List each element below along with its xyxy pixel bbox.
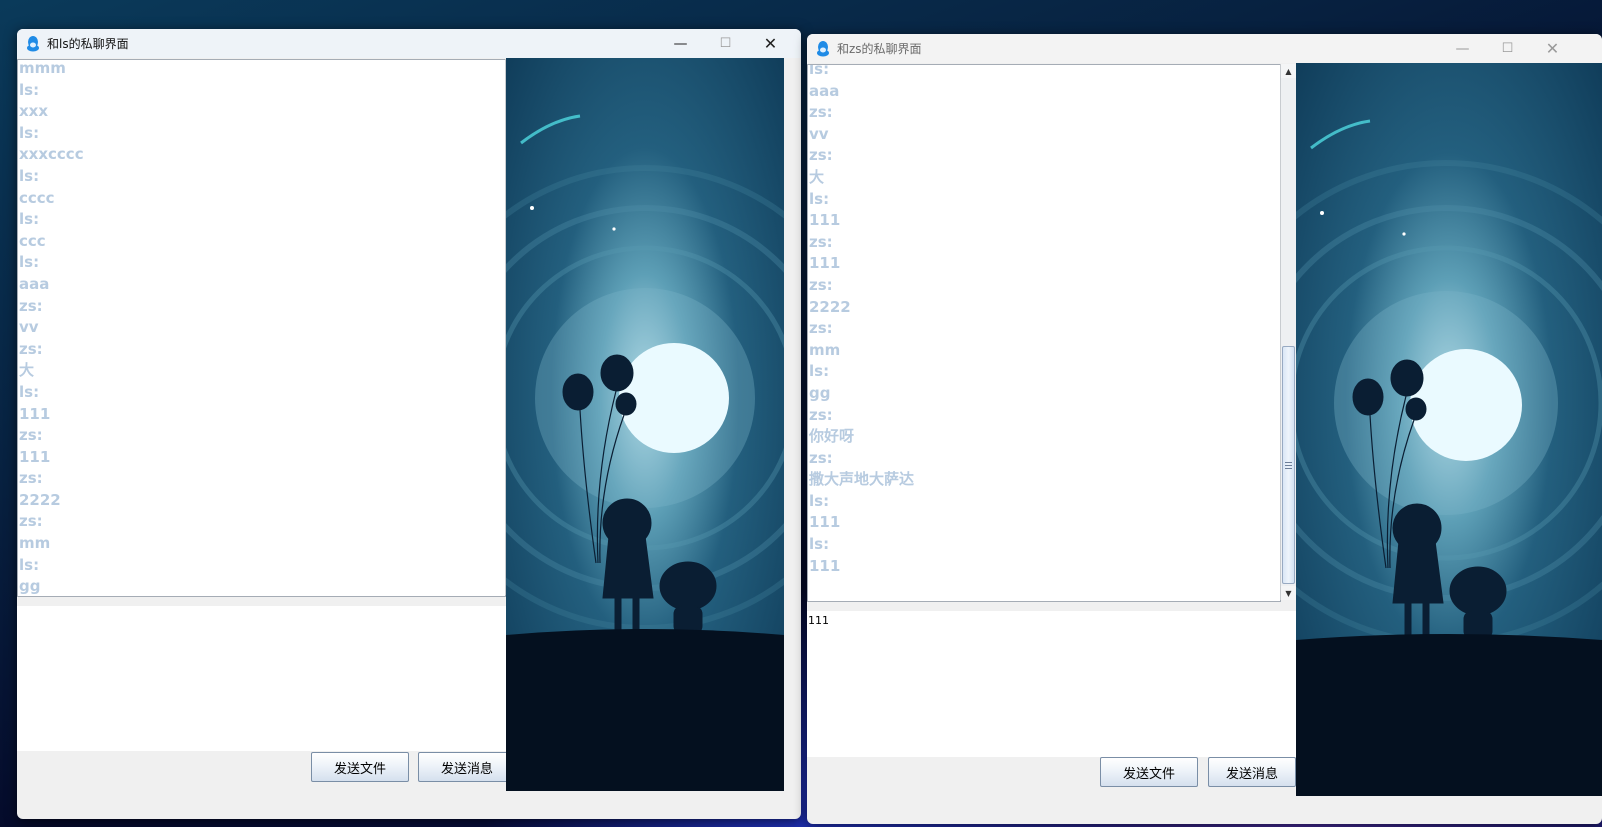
message-text: 111 <box>19 447 51 466</box>
message-text: aaa <box>19 274 50 293</box>
send-message-button[interactable]: 发送消息 <box>1208 757 1296 787</box>
window-title: 和ls的私聊界面 <box>47 37 129 51</box>
message-sender: zs: <box>809 275 833 294</box>
message-text: 111 <box>809 556 841 575</box>
message-sender: ls: <box>19 382 40 401</box>
minimize-button[interactable]: — <box>1440 34 1485 63</box>
message-sender: ls: <box>19 123 40 142</box>
scroll-down-arrow-icon[interactable]: ▼ <box>1281 586 1296 600</box>
chat-history-scrollbar[interactable]: ▲ ▼ <box>1280 64 1296 600</box>
chat-window-zs: 和zs的私聊界面 — ☐ ✕ ls: aaa zs: vv zs: 大 ls: 111 zs: 1… <box>807 34 1602 824</box>
maximize-icon: ☐ <box>719 36 732 51</box>
message-text: cccc <box>19 188 55 207</box>
maximize-button[interactable]: ☐ <box>703 29 748 58</box>
close-icon: ✕ <box>763 34 778 53</box>
message-text: 你好呀 <box>809 427 855 446</box>
minimize-icon: — <box>1455 40 1470 57</box>
message-sender: zs: <box>19 296 43 315</box>
message-text: 大 <box>809 167 825 186</box>
message-sender: zs: <box>19 426 43 445</box>
message-text: 111 <box>809 254 841 273</box>
message-sender: ls: <box>809 189 830 208</box>
message-sender: zs: <box>809 448 833 467</box>
message-text: vv <box>19 318 39 337</box>
message-text: ccc <box>19 231 46 250</box>
minimize-icon: — <box>673 35 688 52</box>
message-sender: zs: <box>19 469 43 488</box>
background-illustration <box>506 58 784 791</box>
chat-history[interactable]: ls: aaa zs: vv zs: 大 ls: 111 zs: 111 zs: 2222 zs: mm l… <box>807 64 1281 602</box>
chat-history[interactable]: mmm ls: xxx ls: xxxcccc ls: cccc ls: ccc ls: aaa zs… <box>17 59 506 597</box>
message-text: vv <box>809 124 829 143</box>
message-sender: zs: <box>19 512 43 531</box>
message-sender: ls: <box>19 166 40 185</box>
maximize-icon: ☐ <box>1501 41 1514 56</box>
message-text: 2222 <box>809 297 851 316</box>
message-text: 2222 <box>19 490 61 509</box>
message-text: mm <box>19 534 51 553</box>
title-bar[interactable]: 和zs的私聊界面 — ☐ ✕ <box>807 34 1602 63</box>
message-text: 111 <box>809 513 841 532</box>
message-text: gg <box>19 577 41 596</box>
message-text: 111 <box>19 404 51 423</box>
message-sender: ls: <box>809 491 830 510</box>
message-text: mm <box>809 340 841 359</box>
message-sender: zs: <box>809 232 833 251</box>
grip-icon <box>1285 461 1292 469</box>
message-sender: ls: <box>19 80 40 99</box>
close-button[interactable]: ✕ <box>748 29 793 58</box>
message-text: aaa <box>809 81 840 100</box>
message-sender: zs: <box>809 103 833 122</box>
message-text: xxx <box>19 102 49 121</box>
close-icon: ✕ <box>1545 39 1560 58</box>
scroll-up-arrow-icon[interactable]: ▲ <box>1281 64 1296 78</box>
message-input[interactable]: 111 <box>807 611 1296 757</box>
message-sender: ls: <box>809 362 830 381</box>
message-sender: ls: <box>19 253 40 272</box>
send-file-button[interactable]: 发送文件 <box>311 752 409 782</box>
girl-balloons-moon-illustration <box>506 58 784 791</box>
message-text: mmm <box>19 59 66 77</box>
send-file-button[interactable]: 发送文件 <box>1100 757 1198 787</box>
maximize-button[interactable]: ☐ <box>1485 34 1530 63</box>
qq-penguin-icon <box>817 40 829 56</box>
girl-balloons-moon-illustration <box>1296 63 1602 796</box>
minimize-button[interactable]: — <box>658 29 703 58</box>
message-sender: ls: <box>809 64 830 78</box>
message-text: xxxcccc <box>19 145 84 164</box>
send-message-button[interactable]: 发送消息 <box>418 752 516 782</box>
message-text: 大 <box>19 361 35 380</box>
message-input[interactable] <box>17 606 506 751</box>
message-sender: zs: <box>809 146 833 165</box>
scrollbar-thumb[interactable] <box>1282 346 1295 584</box>
message-sender: zs: <box>19 339 43 358</box>
qq-penguin-icon <box>27 35 39 51</box>
message-sender: ls: <box>19 555 40 574</box>
message-text: 撒大声地大萨达 <box>809 470 915 489</box>
message-sender: ls: <box>809 535 830 554</box>
message-text: gg <box>809 383 831 402</box>
window-title: 和zs的私聊界面 <box>837 42 922 56</box>
message-text: 111 <box>809 211 841 230</box>
message-sender: zs: <box>809 319 833 338</box>
message-sender: zs: <box>809 405 833 424</box>
close-button[interactable]: ✕ <box>1530 34 1575 63</box>
message-sender: ls: <box>19 210 40 229</box>
chat-window-ls: 和ls的私聊界面 — ☐ ✕ mmm ls: xxx ls: xxxcccc ls: ccc… <box>17 29 801 819</box>
title-bar[interactable]: 和ls的私聊界面 — ☐ ✕ <box>17 29 801 58</box>
background-illustration <box>1296 63 1602 796</box>
